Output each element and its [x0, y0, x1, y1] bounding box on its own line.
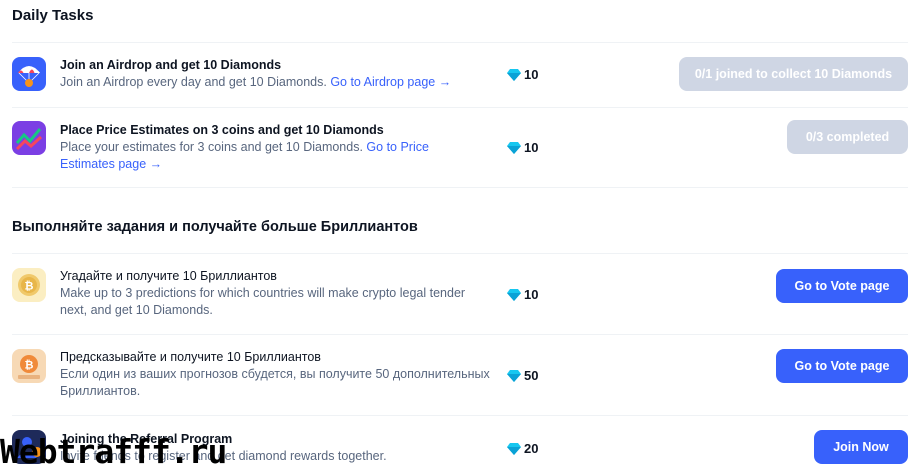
svg-text:₿: ₿	[25, 280, 34, 293]
diamond-icon	[507, 442, 521, 455]
join-now-button[interactable]: Join Now	[814, 430, 908, 464]
bitcoin-coin-icon: ₿	[12, 268, 46, 302]
task-title: Place Price Estimates on 3 coins and get…	[60, 123, 384, 137]
task-row-vote-predictions: ₿ Угадайте и получите 10 Бриллиантов Mak…	[0, 254, 924, 334]
diamond-icon	[507, 369, 521, 382]
reward-amount: 20	[524, 441, 539, 456]
watermark-text: Webtrafff.ru	[0, 432, 227, 471]
diamond-icon	[507, 68, 521, 81]
svg-text:₿: ₿	[25, 359, 34, 372]
task-title: Join an Airdrop and get 10 Diamonds	[60, 58, 282, 72]
price-chart-icon	[12, 121, 46, 155]
collect-airdrop-button[interactable]: 0/1 joined to collect 10 Diamonds	[679, 57, 908, 91]
bitcoin-ticket-icon: ₿	[12, 349, 46, 383]
task-title: Угадайте и получите 10 Бриллиантов	[60, 269, 277, 283]
reward-amount: 10	[524, 140, 539, 155]
airdrop-page-link[interactable]: Go to Airdrop page →	[330, 75, 451, 89]
task-description: Join an Airdrop every day and get 10 Dia…	[60, 75, 452, 89]
reward-amount: 10	[524, 287, 539, 302]
section-title-daily-tasks: Daily Tasks	[12, 7, 94, 24]
task-title: Предсказывайте и получите 10 Бриллиантов	[60, 350, 321, 364]
divider	[12, 187, 908, 188]
reward-amount: 10	[524, 67, 539, 82]
task-row-price-estimates: Place Price Estimates on 3 coins and get…	[0, 108, 924, 188]
reward: 10	[507, 140, 538, 155]
reward: 10	[507, 287, 538, 302]
reward: 20	[507, 441, 538, 456]
parachute-airdrop-icon	[12, 57, 46, 91]
task-description: Make up to 3 predictions for which count…	[60, 286, 466, 317]
reward: 50	[507, 368, 538, 383]
task-row-predict: ₿ Предсказывайте и получите 10 Бриллиант…	[0, 335, 924, 415]
diamond-icon	[507, 141, 521, 154]
section-title-more-tasks: Выполняйте задания и получайте больше Бр…	[12, 219, 418, 235]
reward-amount: 50	[524, 368, 539, 383]
task-description: Если один из ваших прогнозов сбудется, в…	[60, 367, 490, 398]
go-to-vote-page-button[interactable]: Go to Vote page	[776, 349, 908, 383]
watermark: Webtrafff.ru	[0, 430, 227, 472]
task-row-airdrop: Join an Airdrop and get 10 Diamonds Join…	[0, 43, 924, 107]
reward: 10	[507, 67, 538, 82]
diamond-icon	[507, 288, 521, 301]
price-estimates-progress-button[interactable]: 0/3 completed	[787, 120, 908, 154]
task-description: Place your estimates for 3 coins and get…	[60, 140, 429, 171]
go-to-vote-page-button[interactable]: Go to Vote page	[776, 269, 908, 303]
